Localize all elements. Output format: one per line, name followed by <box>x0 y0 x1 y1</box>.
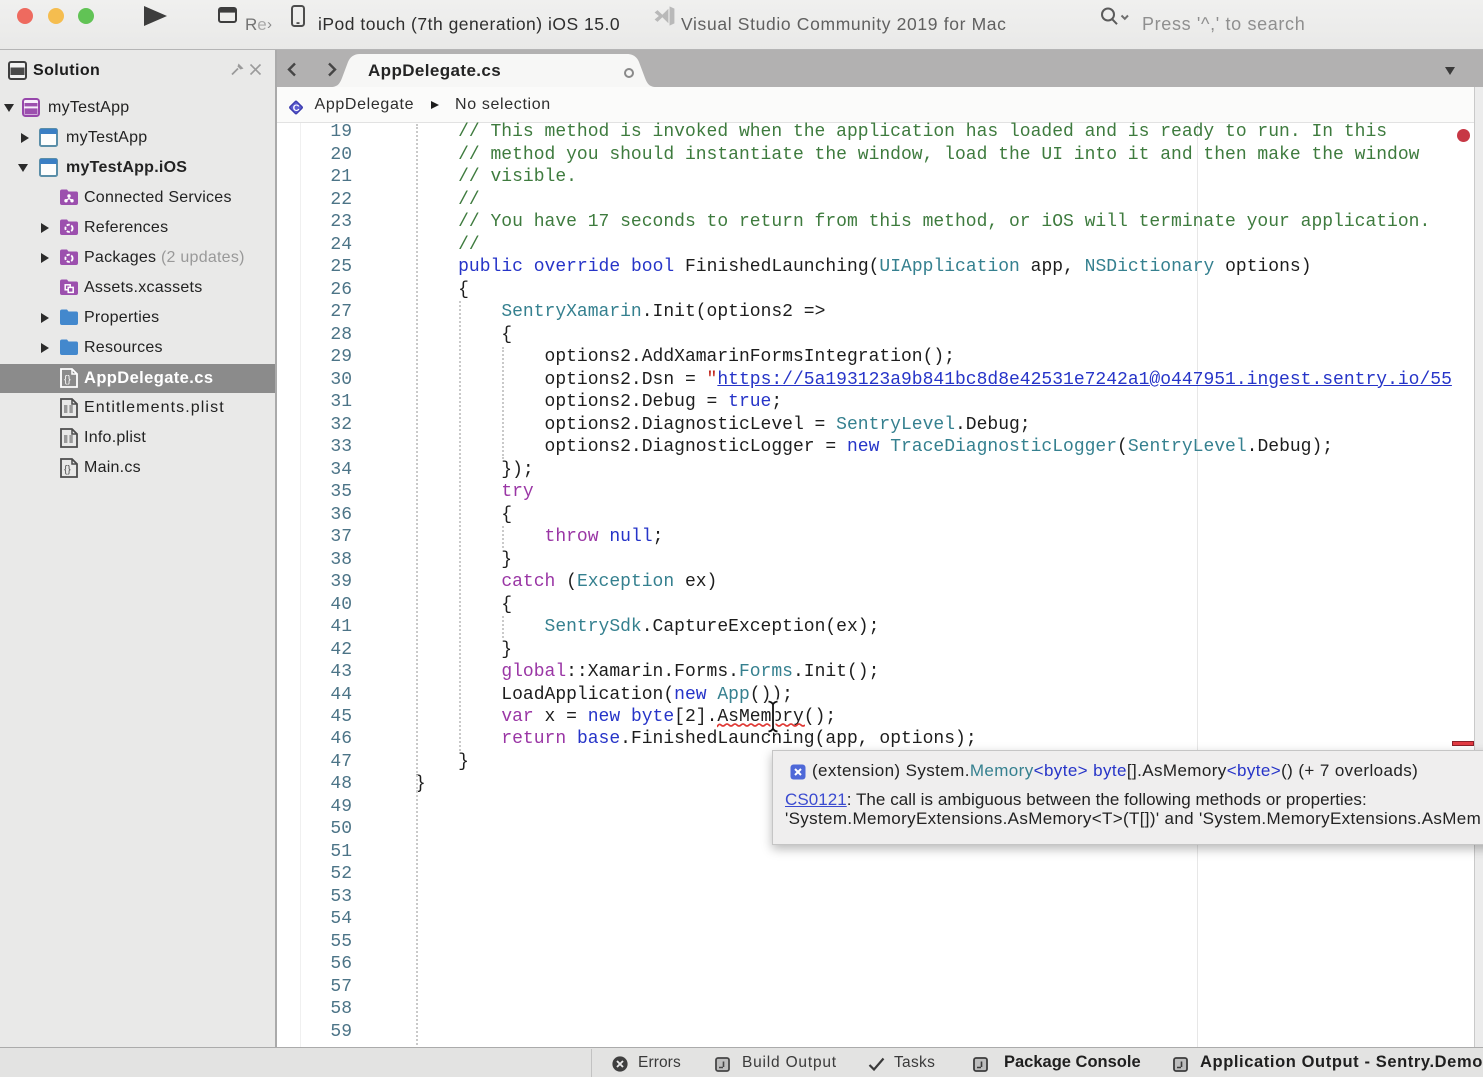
svg-text:{}: {} <box>64 375 71 386</box>
svg-text:{}: {} <box>64 465 71 476</box>
svg-text:C: C <box>293 103 300 114</box>
